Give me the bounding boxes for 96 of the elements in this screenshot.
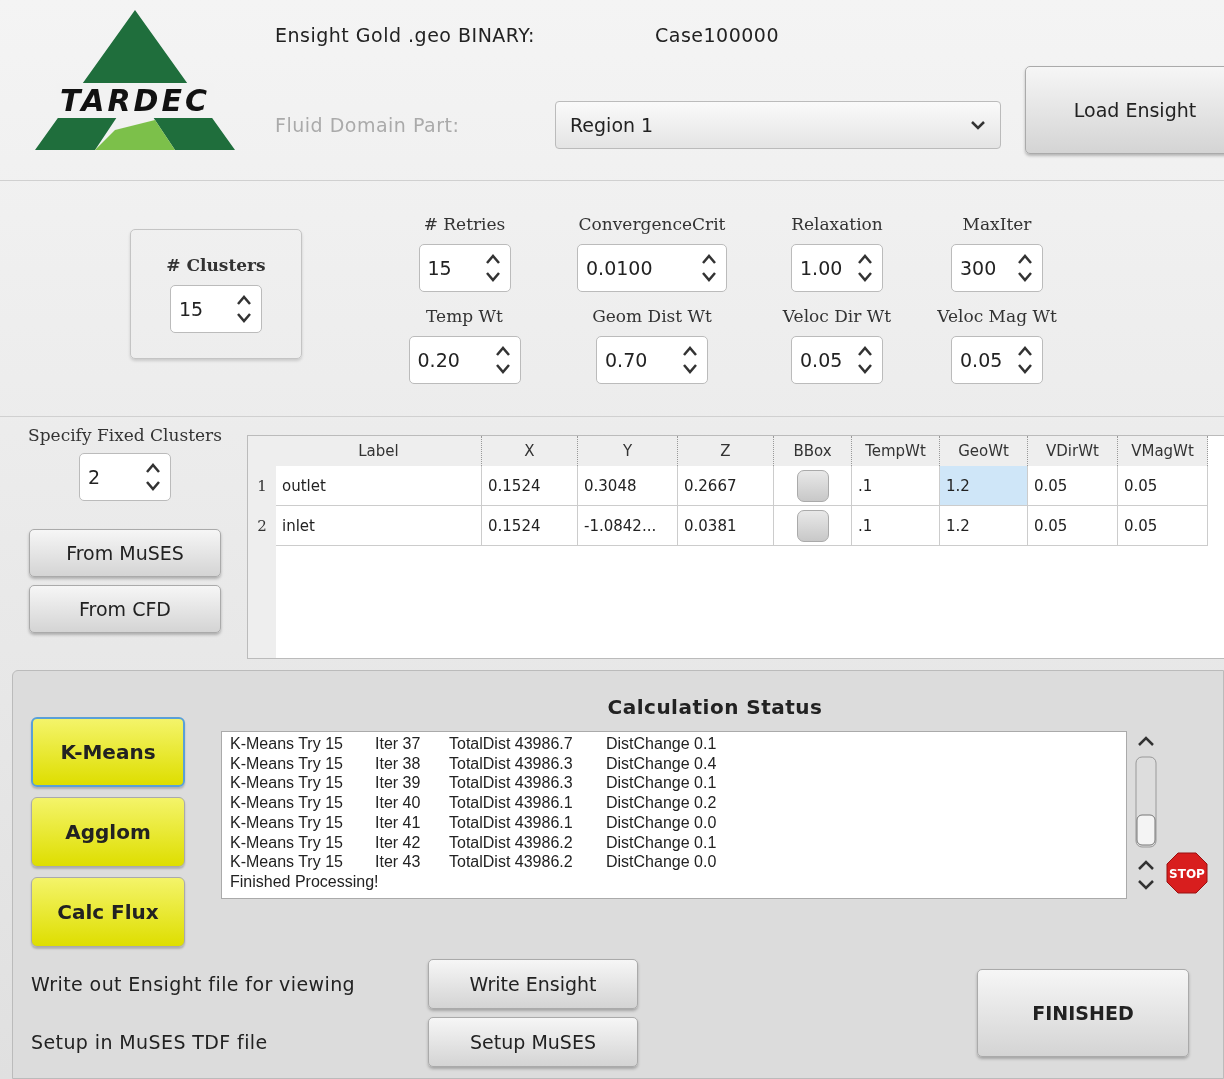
- table-cell[interactable]: outlet: [276, 466, 482, 506]
- parameter-label: Relaxation: [791, 213, 883, 234]
- output-button[interactable]: Setup MuSES: [428, 1017, 638, 1067]
- parameter-label: Geom Dist Wt: [592, 305, 712, 326]
- source-value: Case100000: [654, 24, 781, 46]
- table-cell[interactable]: 1.2: [940, 506, 1028, 546]
- method-button[interactable]: Calc Flux: [31, 877, 185, 947]
- table-cell[interactable]: -1.0842...: [578, 506, 678, 546]
- table-cell[interactable]: 0.05: [1028, 466, 1118, 506]
- checkbox[interactable]: [796, 509, 829, 542]
- source-label: Ensight Gold .geo BINARY:: [275, 24, 536, 46]
- log-text: DistChange 0.0: [606, 852, 718, 872]
- log-text: Iter 41: [375, 812, 422, 833]
- log-text: DistChange 0.4: [606, 753, 718, 774]
- column-header[interactable]: VDirWt: [1028, 436, 1118, 466]
- spin-box[interactable]: 15: [170, 284, 262, 333]
- log-text: Iter 37: [375, 734, 422, 754]
- finished-button[interactable]: FINISHED: [977, 969, 1189, 1057]
- log-text: K-Means Try 15: [230, 812, 344, 833]
- log-text: Iter 40: [375, 793, 422, 813]
- table-cell[interactable]: .1: [852, 506, 940, 546]
- stop-icon[interactable]: STOP: [1165, 851, 1209, 895]
- clusters-label: # Clusters: [166, 254, 266, 275]
- output-button[interactable]: Write Ensight: [428, 959, 638, 1009]
- import-button[interactable]: From CFD: [29, 585, 221, 633]
- table-cell[interactable]: 0.05: [1028, 506, 1118, 546]
- column-header[interactable]: TempWt: [852, 436, 940, 466]
- spin-box[interactable]: 0.0100: [577, 243, 727, 292]
- spin-box[interactable]: 1.00: [791, 243, 883, 292]
- log-text: K-Means Try 15: [230, 852, 344, 872]
- log-text: Finished Processing!: [230, 871, 380, 892]
- fluid-domain-label: Fluid Domain Part:: [275, 114, 461, 136]
- column-header[interactable]: Y: [578, 436, 678, 466]
- spin-box[interactable]: 0.20: [408, 335, 521, 384]
- parameter-label: Veloc Mag Wt: [937, 305, 1057, 326]
- log-text: K-Means Try 15: [230, 753, 344, 774]
- parameter-label: Temp Wt: [426, 305, 503, 326]
- status-title: Calculation Status: [607, 695, 823, 719]
- load-ensight-button[interactable]: Load Ensight: [1025, 66, 1224, 154]
- table-cell[interactable]: inlet: [276, 506, 482, 546]
- log-text: K-Means Try 15: [230, 773, 344, 794]
- spin-box[interactable]: 15: [418, 243, 511, 292]
- column-header[interactable]: Z: [678, 436, 774, 466]
- column-header[interactable]: X: [482, 436, 578, 466]
- row-number: 1: [248, 466, 276, 506]
- parameter-label: Veloc Dir Wt: [782, 305, 892, 326]
- spin-box[interactable]: 0.70: [596, 335, 708, 384]
- log-text: TotalDist 43986.1: [449, 812, 574, 833]
- spin-box[interactable]: 0.05: [951, 335, 1043, 384]
- row-number: 2: [248, 506, 276, 546]
- spin-box[interactable]: 0.05: [791, 335, 883, 384]
- logo-text: TARDEC: [56, 82, 214, 118]
- table-cell[interactable]: .1: [852, 466, 940, 506]
- column-header[interactable]: Label: [276, 436, 482, 466]
- log-text: Iter 43: [375, 852, 422, 872]
- spin-box[interactable]: 2: [79, 453, 171, 501]
- table-cell[interactable]: 0.2667: [678, 466, 774, 506]
- log-text: TotalDist 43986.7: [449, 734, 574, 754]
- output-label: Setup in MuSES TDF file: [31, 1031, 269, 1053]
- log-text: DistChange 0.1: [606, 734, 718, 754]
- log-text: K-Means Try 15: [230, 734, 344, 754]
- chevron-down-icon: [970, 120, 986, 130]
- log-text: TotalDist 43986.1: [449, 793, 574, 813]
- spin-box[interactable]: 300: [951, 243, 1043, 292]
- column-header[interactable]: VMagWt: [1118, 436, 1208, 466]
- output-label: Write out Ensight file for viewing: [31, 973, 357, 995]
- log-text: DistChange 0.1: [606, 832, 718, 853]
- parameter-label: ConvergenceCrit: [578, 213, 726, 234]
- table-cell[interactable]: 0.05: [1118, 506, 1208, 546]
- import-button[interactable]: From MuSES: [29, 529, 221, 577]
- log-text: TotalDist 43986.3: [449, 773, 574, 794]
- table-cell[interactable]: 0.3048: [578, 466, 678, 506]
- table-cell[interactable]: 0.0381: [678, 506, 774, 546]
- parameter-label: # Retries: [423, 213, 506, 234]
- checkbox[interactable]: [796, 469, 829, 502]
- log-text: TotalDist 43986.2: [449, 832, 574, 853]
- log-text: TotalDist 43986.2: [449, 852, 574, 872]
- log-text: Iter 39: [375, 773, 422, 794]
- log-text: DistChange 0.2: [606, 793, 718, 813]
- column-header[interactable]: GeoWt: [940, 436, 1028, 466]
- parameter-label: MaxIter: [962, 213, 1032, 234]
- log-text: K-Means Try 15: [230, 793, 344, 813]
- column-header[interactable]: BBox: [774, 436, 852, 466]
- method-button[interactable]: K-Means: [31, 717, 185, 787]
- table-cell[interactable]: 0.05: [1118, 466, 1208, 506]
- log-text: DistChange 0.1: [606, 773, 718, 794]
- fixed-clusters-label: Specify Fixed Clusters: [28, 425, 222, 445]
- table-cell[interactable]: 1.2: [940, 466, 1028, 506]
- table-cell[interactable]: 0.1524: [482, 506, 578, 546]
- log-text: Iter 38: [375, 753, 422, 774]
- log-text: DistChange 0.0: [606, 812, 718, 833]
- log-text: TotalDist 43986.3: [449, 753, 574, 774]
- table-cell[interactable]: 0.1524: [482, 466, 578, 506]
- log-text: K-Means Try 15: [230, 832, 344, 853]
- log-text: Iter 42: [375, 832, 422, 853]
- method-button[interactable]: Agglom: [31, 797, 185, 867]
